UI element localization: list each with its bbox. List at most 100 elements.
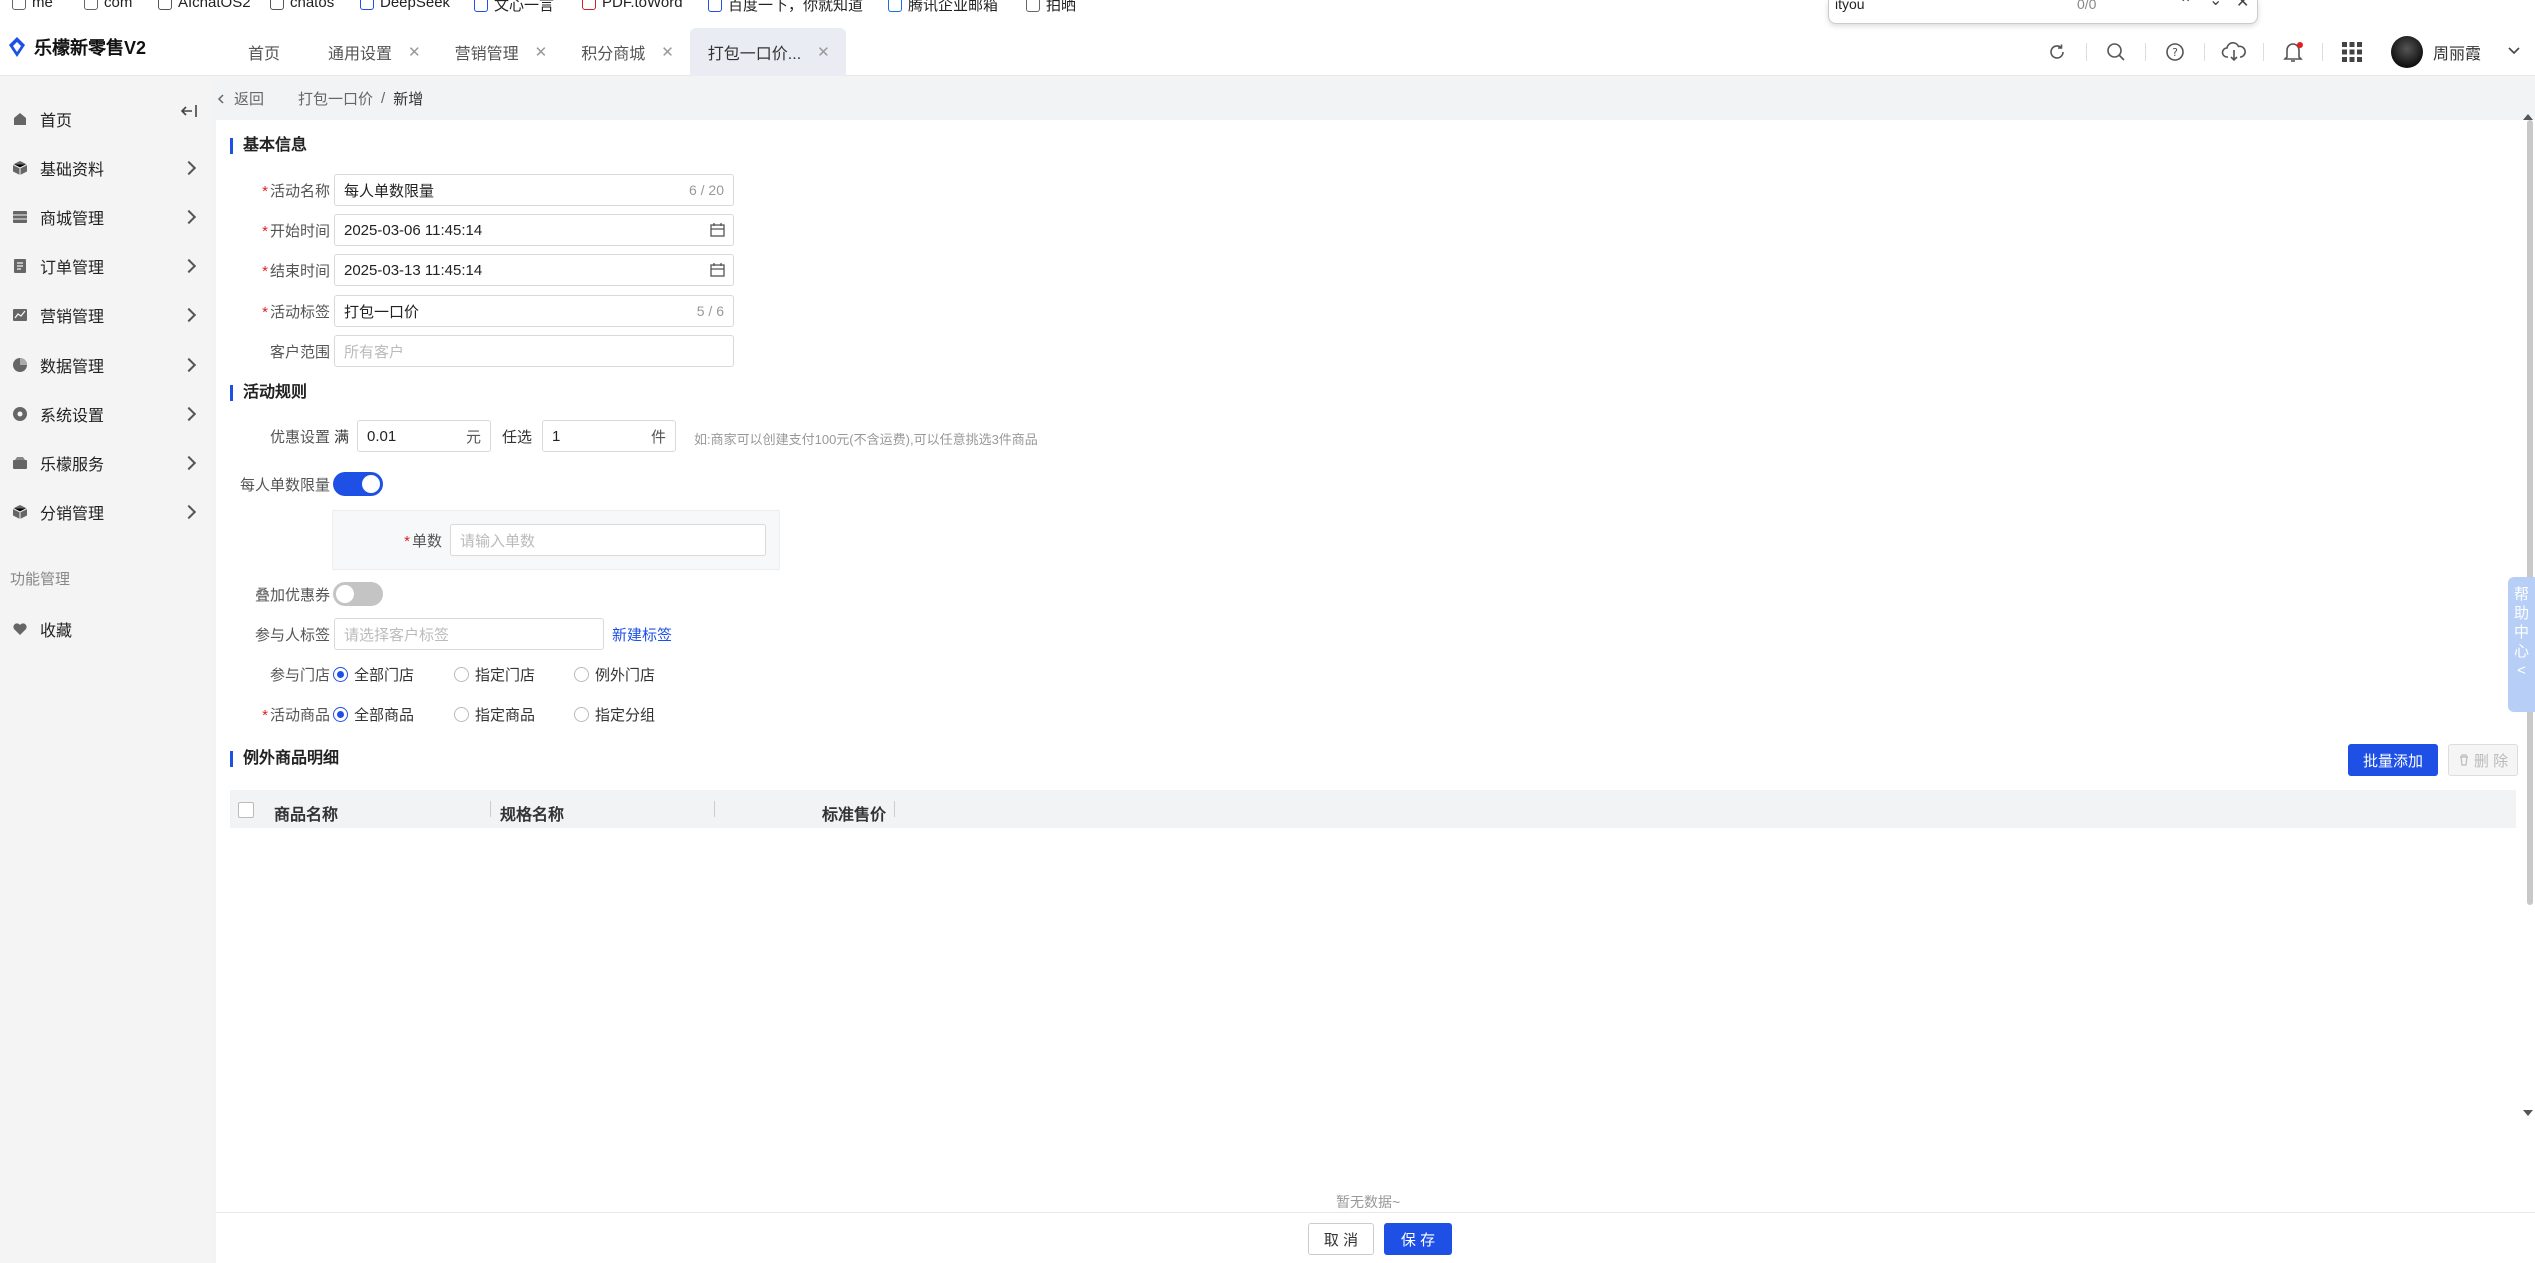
help-tab-char: 中 [2513, 624, 2529, 641]
service-icon [13, 456, 27, 469]
tab-label: 营销管理 [454, 46, 519, 63]
help-icon[interactable]: ? [2146, 28, 2204, 76]
goods-radio-option[interactable]: 全部商品 [333, 704, 414, 725]
scroll-down-arrow[interactable] [2523, 1110, 2533, 1116]
save-button[interactable]: 保 存 [1384, 1223, 1452, 1255]
bell-icon[interactable] [2264, 28, 2322, 76]
search-icon[interactable] [2087, 28, 2145, 76]
avatar[interactable] [2390, 36, 2423, 68]
count-input[interactable]: 1 件 [542, 420, 676, 452]
end-time-picker[interactable]: 2025-03-13 11:45:14 [334, 254, 734, 286]
amount-input[interactable]: 0.01 元 [357, 420, 491, 452]
store-radio-option[interactable]: 例外门店 [574, 664, 655, 685]
radio-label: 指定分组 [595, 707, 656, 724]
bookmark-item[interactable]: 拍晒 [1026, 0, 1076, 14]
chevron-down-icon[interactable] [2507, 46, 2521, 56]
back-link[interactable]: 返回 [234, 88, 264, 109]
sidebar-item[interactable]: 首页 [0, 94, 214, 143]
orders-input[interactable]: 请输入单数 [450, 524, 766, 556]
sidebar-item[interactable]: 乐檬服务 [0, 438, 214, 487]
bookmark-item[interactable]: chatos [270, 0, 334, 11]
sidebar-item[interactable]: 分销管理 [0, 488, 214, 537]
tab-item[interactable]: 营销管理 ✕ [437, 28, 564, 76]
bookmark-label: 文心一言 [494, 0, 555, 14]
find-prev-icon[interactable]: ⌃ [2179, 0, 2192, 14]
bookmark-icon [158, 0, 172, 10]
scroll-up-arrow[interactable] [2523, 114, 2533, 120]
batch-add-button[interactable]: 批量添加 [2348, 744, 2438, 776]
calendar-icon[interactable] [710, 223, 725, 237]
bookmark-label: me [32, 0, 53, 11]
sidebar-item-label: 首页 [40, 112, 73, 130]
calendar-icon[interactable] [710, 263, 725, 277]
select-all-checkbox[interactable] [238, 802, 254, 818]
sidebar-item[interactable]: 商城管理 [0, 192, 214, 241]
limit-per-person-label: 每人单数限量 [239, 477, 330, 494]
section-title-rules: 活动规则 [230, 385, 307, 401]
find-query[interactable]: ityou [1835, 0, 1865, 12]
refresh-icon[interactable] [2028, 28, 2086, 76]
activity-name-counter: 6 / 20 [688, 182, 724, 198]
bookmark-item[interactable]: 文心一言 [474, 0, 554, 14]
goods-radio-option[interactable]: 指定分组 [574, 704, 655, 725]
find-next-icon[interactable]: ⌄ [2209, 0, 2222, 10]
tab-item[interactable]: 打包一口价... ✕ [689, 28, 846, 76]
breadcrumb: 返回 打包一口价 / 新增 [216, 88, 423, 109]
close-icon[interactable]: ✕ [817, 43, 830, 61]
cube-icon [12, 160, 28, 175]
limit-per-person-toggle[interactable] [333, 472, 383, 496]
full-prefix-label: 满 [334, 429, 350, 446]
bookmark-item[interactable]: PDF.toWord [582, 0, 683, 11]
user-name[interactable]: 周丽霞 [2433, 40, 2481, 64]
bookmark-item[interactable]: 腾讯企业邮箱 [888, 0, 998, 14]
help-center-tab[interactable]: 帮助中心 < [2508, 577, 2535, 712]
start-time-picker[interactable]: 2025-03-06 11:45:14 [334, 214, 734, 246]
tab-item[interactable]: 首页 [230, 28, 310, 76]
help-tab-char: 心 [2513, 643, 2529, 660]
activity-name-input[interactable]: 每人单数限量 6 / 20 [334, 174, 734, 206]
section-title-basic: 基本信息 [230, 138, 307, 154]
member-tag-select[interactable]: 请选择客户标签 [334, 618, 604, 650]
delete-button[interactable]: 删 除 [2448, 744, 2518, 776]
breadcrumb-parent[interactable]: 打包一口价 [298, 88, 373, 109]
app-logo[interactable]: 乐檬新零售V2 [8, 34, 146, 60]
bookmark-item[interactable]: me [12, 0, 53, 11]
sidebar-item[interactable]: 基础资料 [0, 143, 214, 192]
sidebar-item[interactable]: 数据管理 [0, 340, 214, 389]
vertical-scrollbar[interactable] [2527, 120, 2533, 905]
sidebar: 首页 基础资料 商城管理 订单管理 营销管理 数据管理 系统设置 乐檬服务 分销管理 功能管理 … [0, 76, 214, 1263]
store-radio-option[interactable]: 指定门店 [454, 664, 535, 685]
empty-state-text: 暂无数据~ [1336, 1194, 1401, 1210]
sidebar-item[interactable]: 营销管理 [0, 291, 214, 340]
bookmark-item[interactable]: 百度一下，你就知道 [708, 0, 863, 14]
find-close-icon[interactable]: ✕ [2236, 0, 2249, 12]
cloud-download-icon[interactable] [2205, 28, 2263, 76]
bookmark-item[interactable]: com [84, 0, 132, 11]
sidebar-item[interactable]: 系统设置 [0, 389, 214, 438]
sidebar-item-favorites[interactable]: 收藏 [0, 604, 214, 653]
cancel-button[interactable]: 取 消 [1308, 1223, 1374, 1255]
close-icon[interactable]: ✕ [408, 43, 421, 61]
chevron-left-icon[interactable] [216, 93, 226, 105]
bookmark-item[interactable]: AIchatOS2 [158, 0, 251, 11]
bookmark-label: 百度一下，你就知道 [728, 0, 864, 14]
radio-circle [454, 667, 469, 682]
bookmark-item[interactable]: DeepSeek [360, 0, 450, 11]
page-tabs: 首页 通用设置 ✕ 营销管理 ✕ 积分商城 ✕ 打包一口价... ✕ [230, 28, 846, 76]
close-icon[interactable]: ✕ [535, 43, 548, 61]
stack-coupon-toggle[interactable] [333, 582, 383, 606]
close-icon[interactable]: ✕ [661, 43, 674, 61]
customer-scope-select[interactable]: 所有客户 [334, 335, 734, 367]
activity-tag-input[interactable]: 打包一口价 5 / 6 [334, 295, 734, 327]
apps-grid-icon[interactable] [2323, 28, 2381, 76]
sidebar-item[interactable]: 订单管理 [0, 242, 214, 291]
sidebar-item-label: 乐檬服务 [40, 456, 105, 474]
goods-radio-option[interactable]: 指定商品 [454, 704, 535, 725]
store-radio-option[interactable]: 全部门店 [333, 664, 414, 685]
tab-item[interactable]: 积分商城 ✕ [563, 28, 690, 76]
bookmark-label: 腾讯企业邮箱 [908, 0, 999, 14]
tab-item[interactable]: 通用设置 ✕ [310, 28, 437, 76]
new-tag-link[interactable]: 新建标签 [612, 624, 672, 645]
column-product-name: 商品名称 [274, 807, 339, 824]
choose-any-label: 任选 [502, 429, 533, 446]
